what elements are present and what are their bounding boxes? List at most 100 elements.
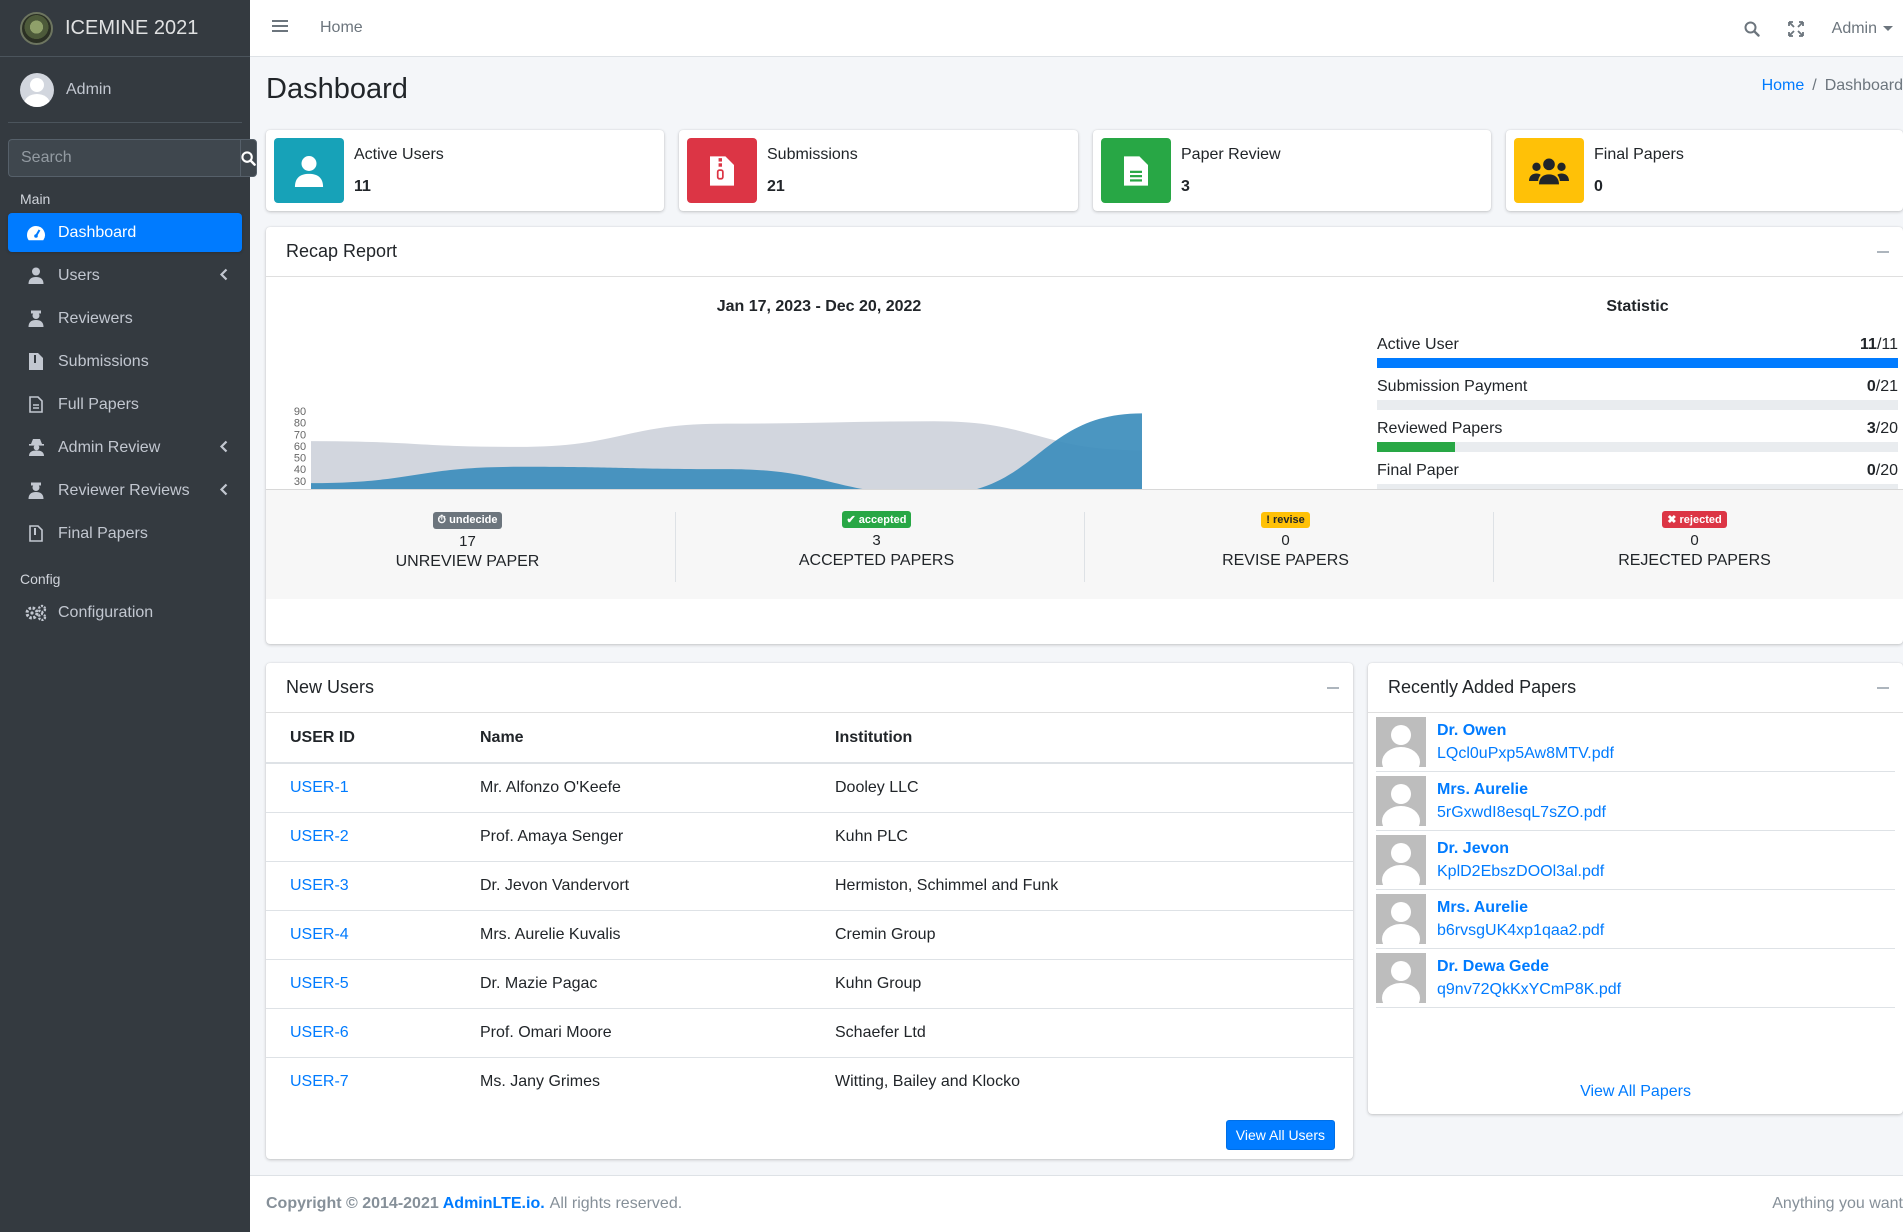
sidebar: ICEMINE 2021 Admin Main Dashboard Users …: [0, 0, 257, 1232]
collapse-minus-icon[interactable]: [1877, 687, 1889, 689]
collapse-minus-icon[interactable]: [1877, 251, 1889, 253]
admin-dropdown[interactable]: Admin: [1832, 20, 1893, 38]
paper-author[interactable]: Dr. Jevon: [1437, 840, 1604, 858]
y-tick-label: 30: [294, 476, 306, 488]
summary-accepted: ✔ accepted 3 ACCEPTED PAPERS: [675, 510, 1078, 580]
user-institution-cell: Schaefer Ltd: [811, 1007, 1353, 1057]
card-header: Recap Report: [266, 227, 1903, 277]
user-id-link[interactable]: USER-3: [290, 877, 349, 894]
paper-file-link[interactable]: LQcl0uPxp5Aw8MTV.pdf: [1437, 745, 1614, 763]
top-nav-right: Admin: [1744, 0, 1903, 57]
paper-file-link[interactable]: b6rvsgUK4xp1qaa2.pdf: [1437, 922, 1604, 940]
table-row: USER-6 Prof. Omari Moore Schaefer Ltd: [266, 1007, 1353, 1057]
user-id-cell: USER-7: [266, 1056, 456, 1106]
chart-title: Jan 17, 2023 - Dec 20, 2022: [716, 298, 922, 315]
top-nav-home-link[interactable]: Home: [320, 19, 363, 37]
user-institution-cell: Dooley LLC: [811, 762, 1353, 812]
sidebar-item-label: Final Papers: [58, 524, 148, 542]
file-zip-icon: [687, 138, 757, 203]
summary-text: UNREVIEW PAPER: [395, 553, 540, 570]
info-box-submissions: Submissions 21: [679, 130, 1078, 211]
summary-text: REJECTED PAPERS: [1618, 552, 1771, 569]
user-institution-cell: Kuhn Group: [811, 958, 1353, 1008]
breadcrumb-current: Dashboard: [1824, 77, 1903, 94]
table-row: USER-5 Dr. Mazie Pagac Kuhn Group: [266, 958, 1353, 1008]
collapse-minus-icon[interactable]: [1327, 687, 1339, 689]
brand-name: ICEMINE 2021: [65, 16, 199, 39]
nav-header-config: Config: [20, 571, 61, 587]
sidebar-search-input[interactable]: [8, 139, 240, 177]
stat-count: 11: [1860, 336, 1877, 353]
paper-author[interactable]: Mrs. Aurelie: [1437, 899, 1604, 917]
user-id-link[interactable]: USER-5: [290, 975, 349, 992]
sidebar-search: [8, 139, 257, 177]
file-text-icon: [1101, 138, 1171, 203]
sidebar-item-reviewer-reviews[interactable]: Reviewer Reviews: [8, 471, 242, 510]
search-icon[interactable]: [1744, 21, 1760, 37]
user-id-link[interactable]: USER-2: [290, 828, 349, 845]
table-row: USER-3 Dr. Jevon Vandervort Hermiston, Sch…: [266, 860, 1353, 910]
user-id-link[interactable]: USER-7: [290, 1073, 349, 1090]
paper-file-link[interactable]: 5rGxwdI8esqL7sZO.pdf: [1437, 804, 1606, 822]
fullscreen-icon[interactable]: [1787, 20, 1804, 37]
caret-down-icon: [1883, 26, 1893, 31]
tachometer-icon: [24, 223, 48, 243]
user-institution-cell: Kuhn PLC: [811, 811, 1353, 861]
file-zip-icon: [24, 352, 48, 372]
user-tie-icon: [24, 481, 48, 501]
stat-value: 3/20: [1867, 420, 1898, 438]
user-id-cell: USER-1: [266, 762, 456, 812]
sidebar-item-full-papers[interactable]: Full Papers: [8, 385, 242, 424]
footer-copyright: Copyright © 2014-2021: [266, 1195, 439, 1212]
file-archive-icon: [24, 524, 48, 544]
user-panel[interactable]: Admin: [8, 57, 242, 123]
stat-reviewed-papers: Reviewed Papers 3/20: [1377, 420, 1898, 452]
sidebar-item-submissions[interactable]: Submissions: [8, 342, 242, 381]
user-name[interactable]: Admin: [66, 81, 111, 99]
breadcrumb-home[interactable]: Home: [1762, 77, 1805, 95]
sidebar-item-label: Dashboard: [58, 223, 137, 241]
view-all-users-button[interactable]: View All Users: [1225, 1120, 1335, 1150]
user-name-cell: Prof. Amaya Senger: [456, 811, 811, 861]
y-tick-label: 90: [294, 406, 306, 418]
paper-author[interactable]: Dr. Owen: [1437, 722, 1614, 740]
y-tick-label: 80: [294, 418, 306, 430]
summary-text: REVISE PAPERS: [1222, 552, 1349, 569]
paper-file-link[interactable]: KplD2EbszDOOl3al.pdf: [1437, 863, 1604, 881]
badge-accepted: ✔ accepted: [841, 511, 912, 528]
user-id-link[interactable]: USER-4: [290, 926, 349, 943]
stat-total: /20: [1875, 462, 1898, 479]
sidebar-item-users[interactable]: Users: [8, 256, 242, 295]
table-row: USER-1 Mr. Alfonzo O'Keefe Dooley LLC: [266, 762, 1353, 812]
sidebar-item-admin-review[interactable]: Admin Review: [8, 428, 242, 467]
paper-author[interactable]: Dr. Dewa Gede: [1437, 958, 1621, 976]
hamburger-menu-icon[interactable]: [272, 19, 290, 38]
sidebar-item-label: Reviewer Reviews: [58, 481, 190, 499]
paper-author[interactable]: Mrs. Aurelie: [1437, 781, 1606, 799]
paper-thumbnail: [1376, 953, 1426, 1003]
stat-label: Active User: [1377, 336, 1459, 353]
sidebar-item-configuration[interactable]: Configuration: [8, 593, 242, 632]
summary-count: 3: [872, 532, 881, 549]
paper-file-link[interactable]: q9nv72QkKxYCmP8K.pdf: [1437, 981, 1621, 999]
footer-link[interactable]: AdminLTE.io.: [443, 1195, 545, 1213]
view-all-papers-link[interactable]: View All Papers: [1580, 1083, 1691, 1101]
y-tick-label: 40: [294, 464, 306, 476]
sidebar-item-dashboard[interactable]: Dashboard: [8, 213, 242, 252]
file-text-icon: [24, 395, 48, 415]
column-header: USER ID: [266, 713, 456, 764]
user-id-link[interactable]: USER-1: [290, 779, 349, 796]
sidebar-item-label: Configuration: [58, 603, 154, 621]
chevron-left-icon: [219, 483, 228, 501]
user-icon: [24, 266, 48, 286]
brand-link[interactable]: ICEMINE 2021: [0, 0, 250, 57]
summary-revise: ! revise 0 REVISE PAPERS: [1084, 510, 1487, 580]
progress-bar: [1377, 400, 1898, 410]
user-name-cell: Mrs. Aurelie Kuvalis: [456, 909, 811, 959]
user-id-link[interactable]: USER-6: [290, 1024, 349, 1041]
table-row: USER-7 Ms. Jany Grimes Witting, Bailey and…: [266, 1056, 1353, 1106]
stat-total: /11: [1876, 336, 1898, 353]
brand-logo: [20, 11, 53, 45]
sidebar-item-final-papers[interactable]: Final Papers: [8, 514, 242, 553]
sidebar-item-reviewers[interactable]: Reviewers: [8, 299, 242, 338]
